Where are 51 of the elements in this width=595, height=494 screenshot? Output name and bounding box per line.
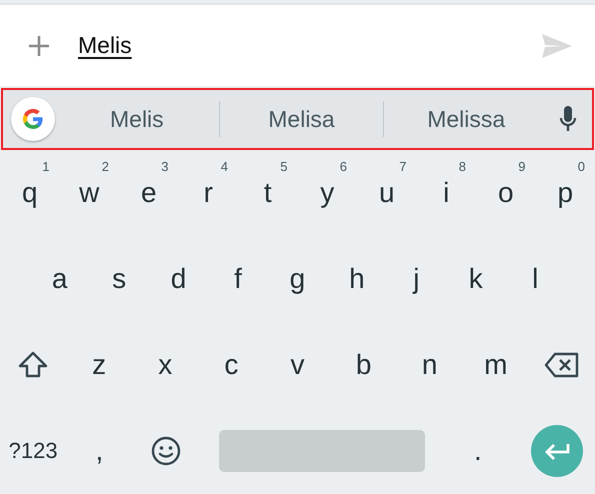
letter-key[interactable]: p 0 <box>536 153 595 233</box>
enter-arrow-icon <box>543 441 571 461</box>
key-hint: 3 <box>161 159 168 174</box>
google-logo-icon <box>21 107 45 131</box>
key-hint: 5 <box>280 159 288 174</box>
suggestion[interactable]: Melis <box>55 106 219 132</box>
key-hint: 0 <box>578 159 585 174</box>
letter-key[interactable]: r 4 <box>178 153 238 233</box>
google-button[interactable] <box>11 97 55 141</box>
key-hint: 6 <box>340 159 347 174</box>
letter-key[interactable]: h <box>327 239 387 319</box>
backspace-icon[interactable] <box>544 352 580 378</box>
key-hint: 4 <box>220 159 228 174</box>
suggestion[interactable]: Melissa <box>384 106 548 132</box>
letter-key[interactable]: g <box>268 239 328 319</box>
letter-key[interactable]: t 5 <box>238 153 298 233</box>
suggestion[interactable]: Melisa <box>220 106 384 132</box>
letter-key[interactable]: c <box>198 325 264 405</box>
letter-key[interactable]: y 6 <box>298 153 357 233</box>
letter-key[interactable]: a <box>30 239 90 319</box>
letter-key[interactable]: d <box>148 239 208 319</box>
punctuation-key[interactable]: . <box>444 411 511 491</box>
microphone-icon[interactable] <box>558 105 578 133</box>
letter-key[interactable]: q 1 <box>0 153 60 233</box>
key-hint: 7 <box>399 159 406 174</box>
letter-key[interactable]: k <box>446 239 506 319</box>
punctuation-key[interactable]: , <box>66 411 132 491</box>
letter-key[interactable]: u 7 <box>357 153 416 233</box>
letter-key[interactable]: o 9 <box>476 153 536 233</box>
key-hint: 8 <box>458 159 466 174</box>
smiley-icon[interactable] <box>150 436 181 466</box>
key-hint: 2 <box>102 159 109 174</box>
letter-key[interactable]: l <box>506 239 565 319</box>
shift-icon[interactable] <box>17 351 50 379</box>
letter-key[interactable]: n <box>396 325 463 405</box>
letter-key[interactable]: x <box>132 325 198 405</box>
letter-key[interactable]: w 2 <box>60 153 119 233</box>
letter-key[interactable]: v <box>264 325 331 405</box>
key-hint: 1 <box>42 159 50 174</box>
plus-icon[interactable] <box>28 34 50 56</box>
key-hint: 9 <box>518 159 526 174</box>
letter-key[interactable]: f <box>208 239 268 319</box>
letter-key[interactable]: j <box>386 239 446 319</box>
symbols-key[interactable]: ?123 <box>0 411 66 491</box>
letter-key[interactable]: m <box>462 325 529 405</box>
letter-key[interactable]: e 3 <box>119 153 178 233</box>
letter-key[interactable]: i 8 <box>416 153 476 233</box>
enter-button[interactable] <box>531 425 583 477</box>
letter-key[interactable]: s <box>89 239 149 319</box>
letter-key[interactable]: b <box>330 325 397 405</box>
letter-key[interactable]: z <box>66 325 132 405</box>
